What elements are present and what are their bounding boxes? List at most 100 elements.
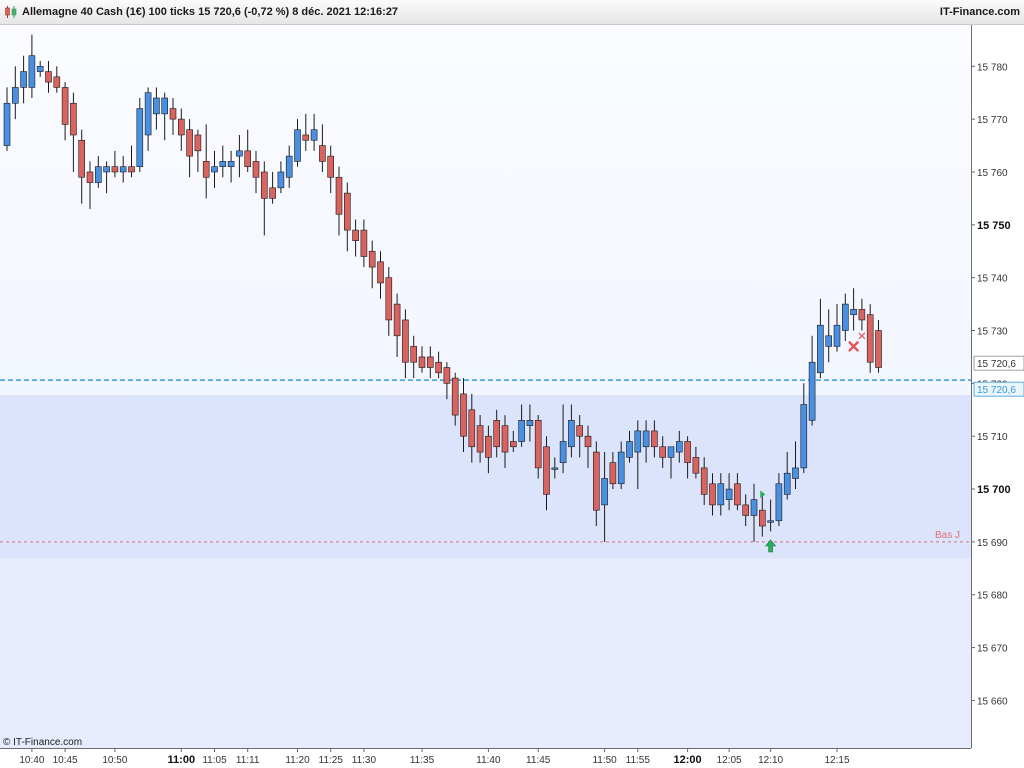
candle-body	[310, 129, 318, 141]
candle-body	[875, 330, 882, 368]
candle-body	[792, 467, 799, 479]
candle-body	[178, 118, 185, 136]
candle-body	[451, 377, 459, 416]
candle-body	[426, 356, 434, 368]
daily-low-label: Bas J	[935, 530, 960, 541]
y-tick-label: 15 730	[977, 327, 1008, 338]
candle-body	[260, 171, 268, 199]
candle-body	[277, 171, 285, 189]
candle-body	[584, 435, 592, 448]
x-tick-label: 12:05	[717, 755, 742, 766]
candle-body	[609, 462, 617, 485]
candle-body	[742, 504, 750, 516]
y-tick-label: 15 780	[977, 62, 1008, 73]
y-tick-label: 15 770	[977, 115, 1008, 126]
candle-body	[302, 134, 310, 141]
candle-body	[634, 430, 642, 453]
candle-body	[866, 314, 874, 363]
candle-body	[692, 457, 700, 474]
candle-body	[493, 420, 501, 448]
candle-body	[12, 87, 19, 104]
candle-body	[684, 441, 691, 463]
x-tick-label: 10:40	[19, 755, 44, 766]
candle-body	[269, 187, 276, 199]
x-tick-label: 11:45	[526, 755, 551, 766]
price-chart[interactable]: 15 660 15 670 15 680 15 690 15 700 15 710 15 7…	[0, 0, 1024, 768]
candle-body	[518, 420, 525, 442]
y-tick-label: 15 700	[977, 484, 1011, 496]
chart-title: Allemagne 40 Cash (1€) 100 ticks 15 720,…	[22, 6, 399, 18]
x-tick-label: 11:20	[285, 755, 310, 766]
candle-body	[377, 261, 384, 284]
candle-body	[858, 309, 866, 321]
candle-body	[551, 467, 559, 470]
y-tick-label: 15 660	[977, 696, 1008, 707]
candle-body	[78, 139, 85, 178]
candle-body	[202, 161, 210, 178]
candle-body	[651, 430, 658, 448]
candle-body	[501, 425, 509, 453]
candle-body	[294, 129, 301, 162]
candle-body	[543, 446, 550, 495]
x-tick-label: 11:11	[236, 755, 260, 766]
candle-body	[783, 472, 791, 495]
candle-body	[343, 192, 351, 231]
y-tick-label: 15 760	[977, 168, 1008, 179]
candle-body	[767, 520, 774, 523]
candle-body	[534, 420, 542, 469]
candle-body	[285, 155, 293, 178]
candle-body	[700, 467, 708, 495]
candle-body	[111, 166, 119, 173]
candle-body	[335, 176, 343, 215]
candle-body	[800, 404, 808, 469]
candle-body	[841, 303, 849, 331]
candle-body	[402, 319, 409, 363]
candle-body	[526, 420, 534, 426]
x-tick-label: 11:30	[352, 755, 377, 766]
candle-body	[144, 92, 152, 136]
x-tick-label: 12:00	[674, 754, 702, 766]
candle-body	[3, 102, 11, 146]
x-tick-label: 11:35	[410, 755, 435, 766]
candle-body	[169, 108, 177, 120]
x-tick-label: 11:00	[168, 754, 196, 766]
highlight-band	[0, 395, 971, 558]
candle-body	[817, 324, 824, 374]
candle-body	[775, 483, 783, 522]
candle-body	[45, 71, 52, 83]
candle-body	[227, 161, 235, 167]
candle-body	[485, 435, 492, 458]
x-tick-label: 11:05	[202, 755, 227, 766]
x-tick-label: 11:50	[592, 755, 617, 766]
x-tick-label: 11:40	[476, 755, 501, 766]
lower-background	[0, 558, 971, 748]
candle-body	[119, 166, 127, 173]
candle-body	[734, 483, 741, 506]
candle-body	[808, 361, 816, 421]
candle-body	[28, 55, 36, 88]
last-price-label: 15 720,6	[977, 359, 1016, 370]
candle-body	[509, 441, 517, 448]
candle-body	[850, 309, 857, 315]
y-tick-label: 15 710	[977, 432, 1008, 443]
candle-body	[319, 145, 326, 162]
candle-body	[601, 478, 608, 506]
candle-body	[70, 102, 77, 136]
candle-body	[194, 134, 202, 152]
price-line-label: 15 720,6	[977, 385, 1016, 396]
candle-body	[352, 229, 359, 241]
x-tick-label: 11:55	[626, 755, 651, 766]
candle-body	[476, 425, 484, 453]
brand-name: IT-Finance.com	[939, 6, 1020, 18]
candle-body	[725, 488, 733, 500]
candle-body	[675, 441, 683, 453]
candle-body	[161, 97, 168, 115]
candle-body	[393, 303, 401, 337]
candle-body	[667, 446, 675, 458]
candle-body	[128, 166, 135, 173]
x-tick-label: 10:45	[53, 755, 78, 766]
candle-body	[219, 161, 227, 167]
candle-body	[443, 367, 451, 384]
candle-body	[709, 483, 716, 506]
y-tick-label: 15 680	[977, 591, 1008, 602]
